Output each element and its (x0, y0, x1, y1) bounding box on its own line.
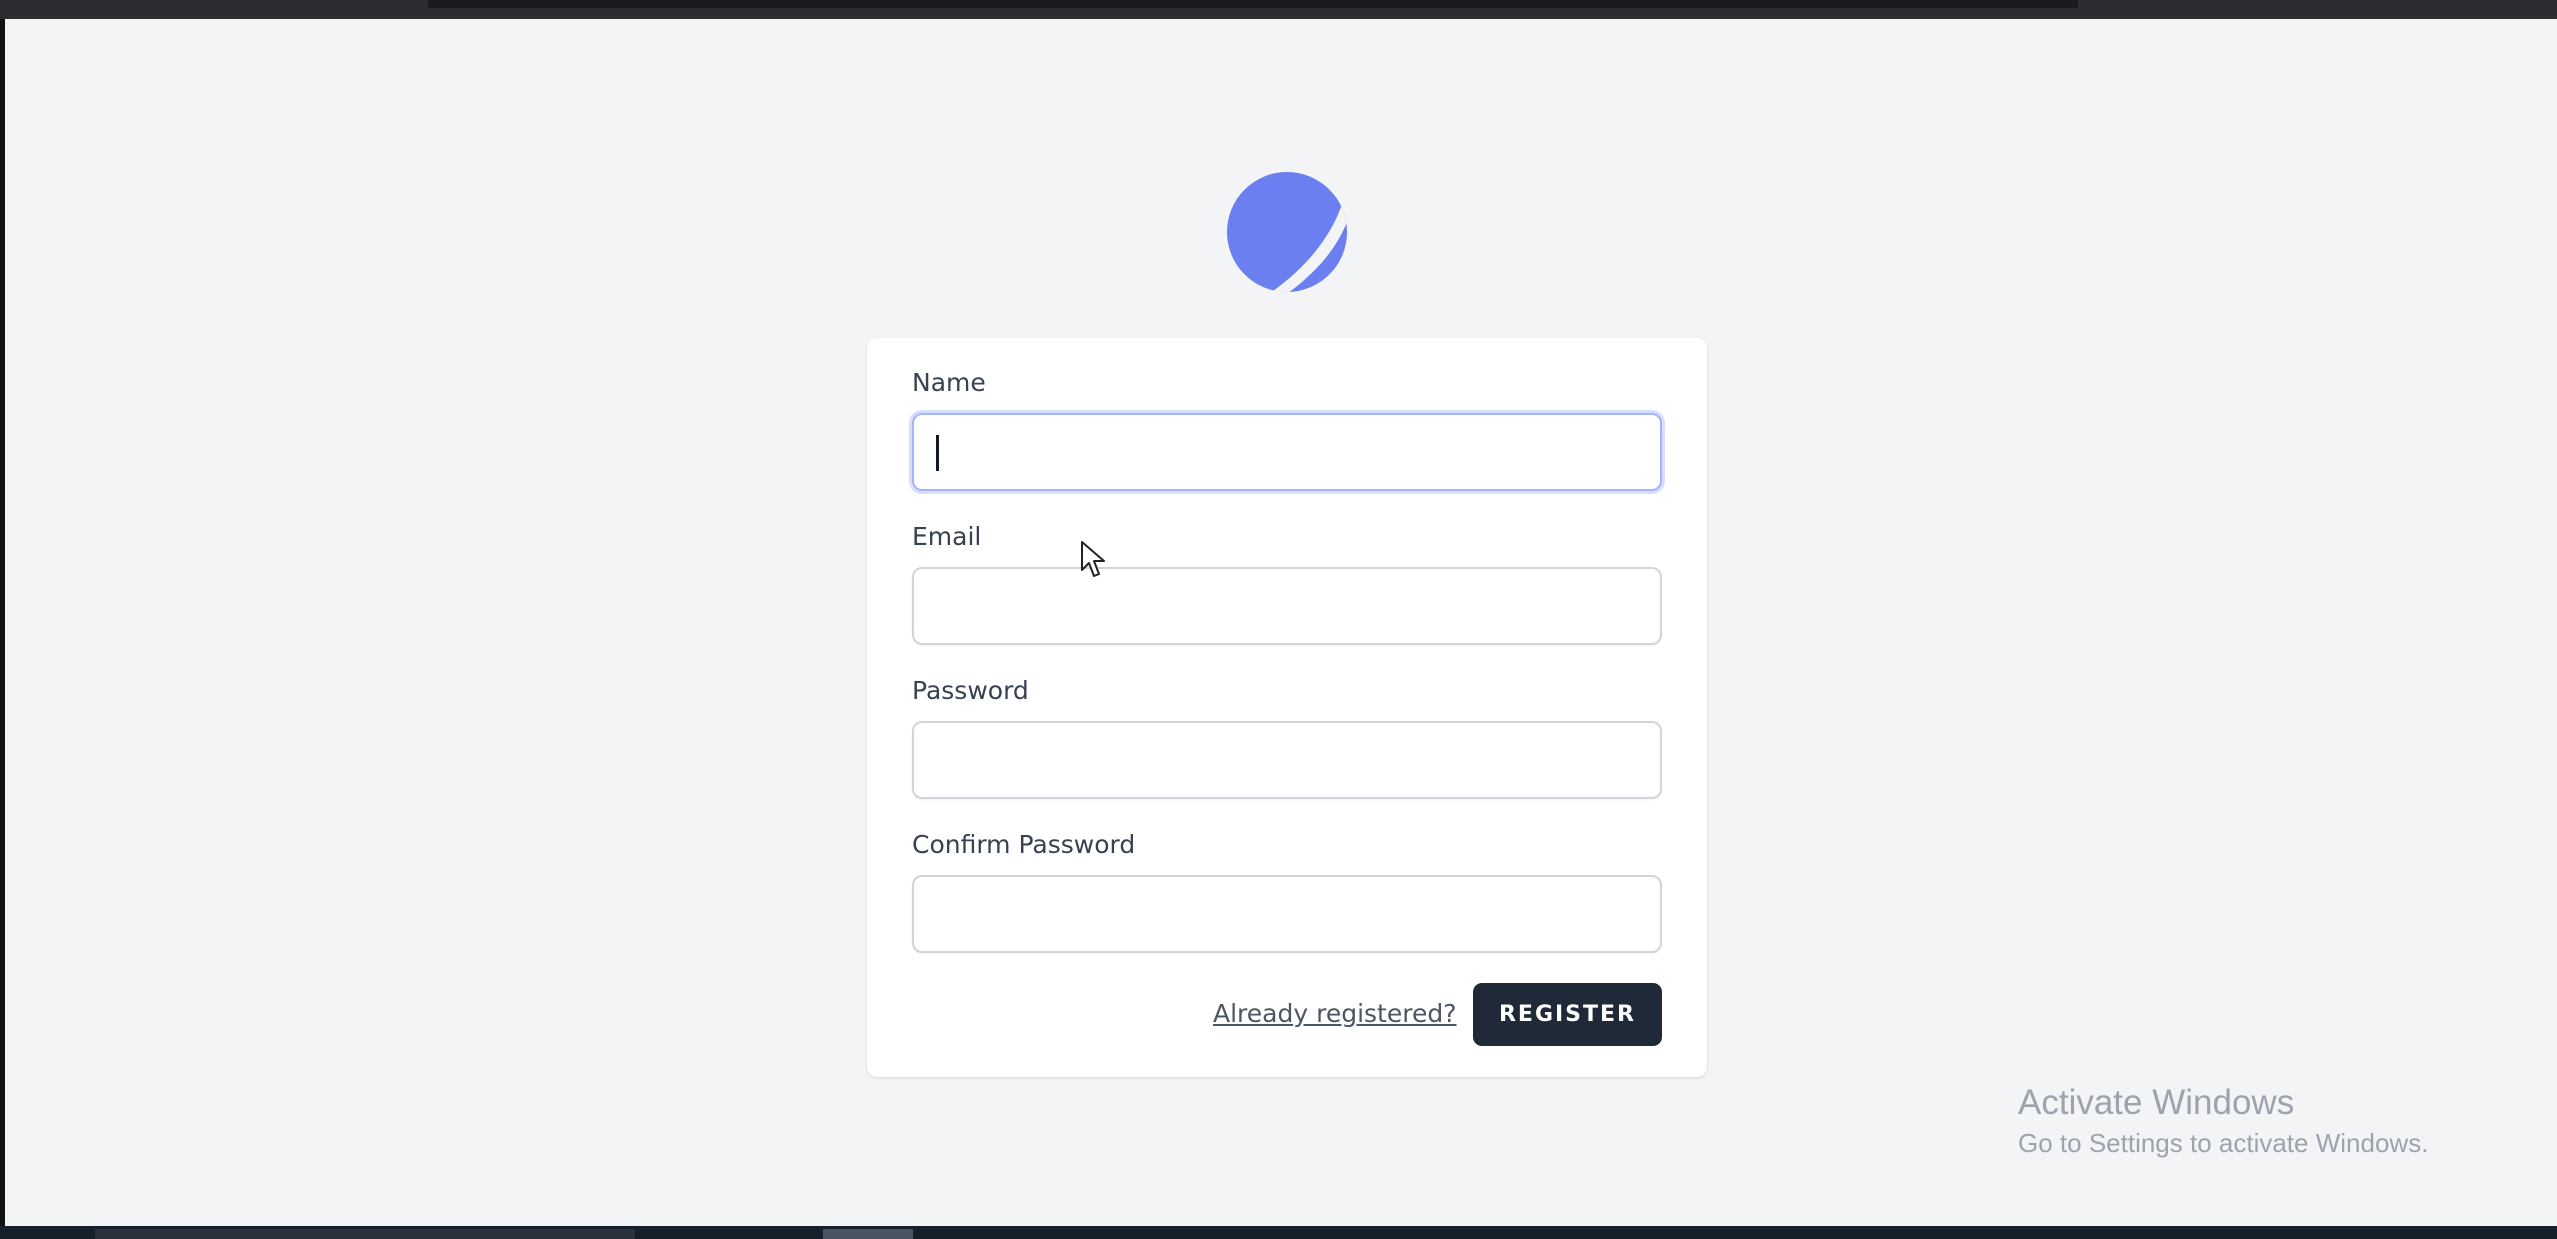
browser-top-bar-segment (428, 0, 2078, 8)
register-button[interactable]: REGISTER (1473, 983, 1662, 1046)
taskbar-segment (95, 1229, 635, 1239)
watermark-subtitle: Go to Settings to activate Windows. (2018, 1128, 2429, 1158)
windows-activation-watermark: Activate Windows Go to Settings to activ… (2018, 1083, 2428, 1159)
confirm-password-label: Confirm Password (912, 830, 1136, 859)
confirm-password-input[interactable] (912, 875, 1662, 953)
email-label: Email (912, 522, 982, 551)
password-input[interactable] (912, 721, 1662, 799)
mouse-pointer-icon (1081, 541, 1105, 577)
window-left-edge (0, 19, 5, 1226)
watermark-title: Activate Windows (2018, 1083, 2295, 1122)
name-label: Name (912, 368, 986, 397)
text-caret (936, 435, 939, 471)
taskbar-active-item[interactable] (823, 1229, 913, 1239)
planet-logo-icon (1227, 172, 1347, 292)
register-card: Name Email Password Confirm Password Alr… (867, 338, 1707, 1077)
name-input[interactable] (912, 413, 1662, 491)
email-input[interactable] (912, 567, 1662, 645)
browser-top-bar (0, 0, 2557, 19)
password-label: Password (912, 676, 1029, 705)
already-registered-link[interactable]: Already registered? (1213, 998, 1456, 1030)
